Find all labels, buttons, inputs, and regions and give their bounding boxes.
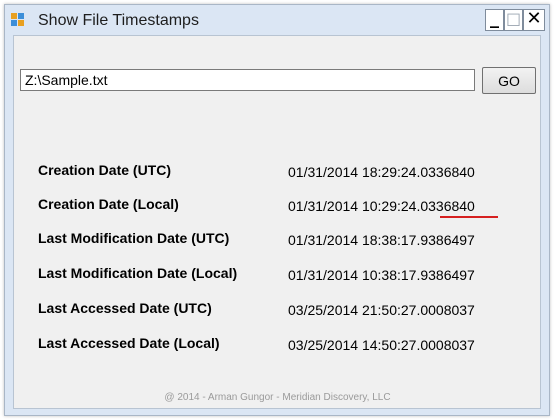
timestamp-label: Last Accessed Date (Local) bbox=[38, 335, 220, 351]
file-path-input[interactable] bbox=[20, 69, 475, 91]
timestamp-label: Last Modification Date (Local) bbox=[38, 265, 238, 281]
timestamp-row-modification-utc: Last Modification Date (UTC) 01/31/2014 … bbox=[0, 228, 555, 250]
timestamp-row-accessed-utc: Last Accessed Date (UTC) 03/25/2014 21:5… bbox=[0, 298, 555, 320]
maximize-button[interactable]: □ bbox=[504, 9, 523, 31]
maximize-icon: □ bbox=[505, 9, 522, 28]
timestamp-value: 01/31/2014 18:29:24.0336840 bbox=[288, 164, 475, 180]
timestamp-row-accessed-local: Last Accessed Date (Local) 03/25/2014 14… bbox=[0, 333, 555, 355]
timestamp-value: 01/31/2014 10:38:17.9386497 bbox=[288, 267, 475, 283]
go-button[interactable]: GO bbox=[482, 67, 536, 94]
timestamp-label: Creation Date (UTC) bbox=[38, 162, 172, 178]
copyright-footer: @ 2014 - Arman Gungor - Meridian Discove… bbox=[164, 392, 391, 403]
timestamp-value: 01/31/2014 10:29:24.0336840 bbox=[288, 198, 475, 214]
timestamp-label: Creation Date (Local) bbox=[38, 196, 179, 212]
timestamp-label: Last Modification Date (UTC) bbox=[38, 230, 230, 246]
timestamp-label: Last Accessed Date (UTC) bbox=[38, 300, 212, 316]
timestamp-row-modification-local: Last Modification Date (Local) 01/31/201… bbox=[0, 263, 555, 285]
close-button[interactable]: ✕ bbox=[523, 9, 545, 31]
title-bar[interactable]: Show File Timestamps _ □ ✕ bbox=[5, 5, 549, 35]
highlight-underline bbox=[440, 216, 498, 218]
timestamp-value: 03/25/2014 14:50:27.0008037 bbox=[288, 337, 475, 353]
timestamp-value: 03/25/2014 21:50:27.0008037 bbox=[288, 302, 475, 318]
timestamp-row-creation-utc: Creation Date (UTC) 01/31/2014 18:29:24.… bbox=[0, 160, 555, 182]
timestamp-value: 01/31/2014 18:38:17.9386497 bbox=[288, 232, 475, 248]
minimize-button[interactable]: _ bbox=[485, 9, 504, 31]
timestamp-row-creation-local: Creation Date (Local) 01/31/2014 10:29:2… bbox=[0, 194, 555, 218]
minimize-icon: _ bbox=[490, 8, 499, 29]
app-window-icon bbox=[11, 13, 25, 27]
window-title: Show File Timestamps bbox=[38, 12, 199, 29]
close-icon: ✕ bbox=[526, 8, 542, 29]
